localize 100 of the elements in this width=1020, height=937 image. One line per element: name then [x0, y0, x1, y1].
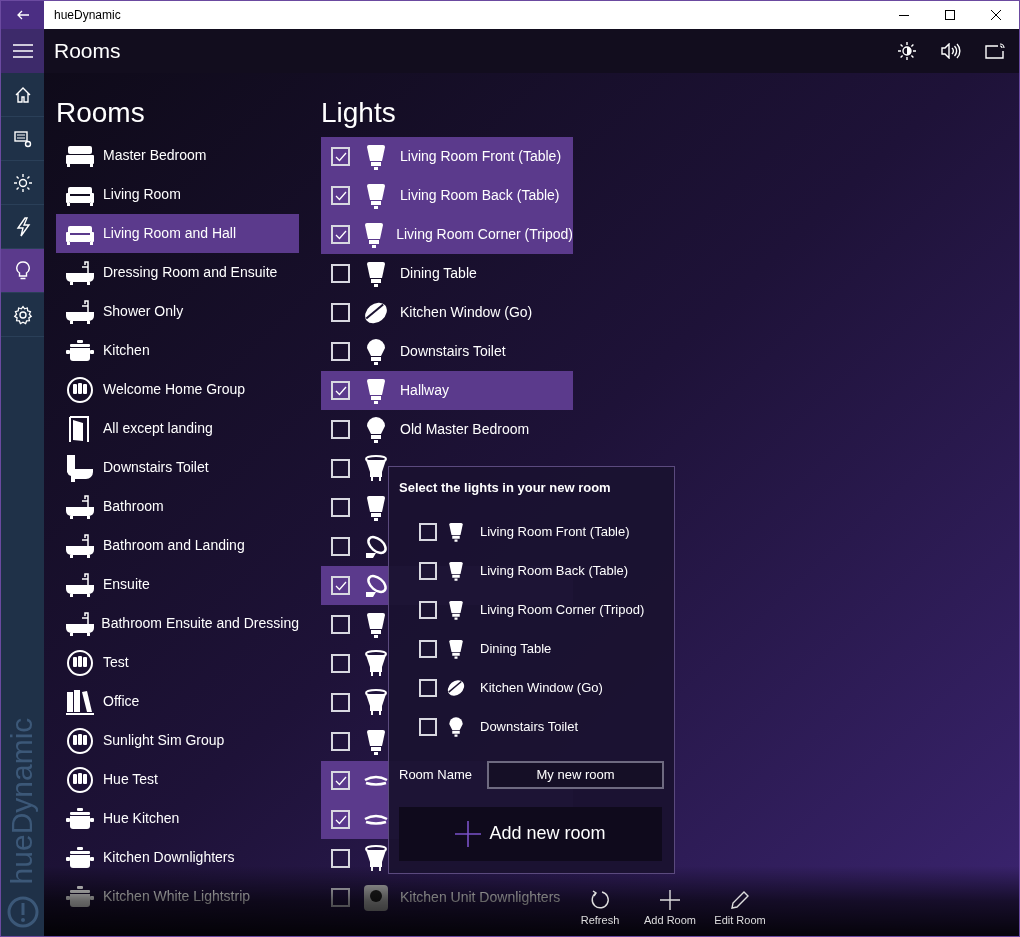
room-item[interactable]: Master Bedroom: [56, 136, 299, 175]
room-item[interactable]: Shower Only: [56, 292, 299, 331]
light-name: Dining Table: [400, 264, 477, 283]
light-name: Living Room Corner (Tripod): [480, 601, 645, 620]
room-name-field[interactable]: My new room: [487, 760, 664, 789]
room-item[interactable]: Living Room: [56, 175, 299, 214]
bathtub-icon: [65, 297, 95, 326]
light-name: Downstairs Toilet: [400, 342, 506, 361]
dialog-title: Select the lights in your new room: [399, 479, 612, 497]
room-item[interactable]: Office: [56, 682, 299, 721]
settings-icon: [12, 304, 33, 325]
checkbox[interactable]: [331, 732, 350, 751]
bulb-icon: [364, 181, 388, 210]
room-item[interactable]: Dressing Room and Ensuite: [56, 253, 299, 292]
home-icon: [13, 85, 32, 104]
light-name: Old Master Bedroom: [400, 420, 530, 439]
menu-icon: [12, 44, 33, 58]
checkbox[interactable]: [331, 849, 350, 868]
room-item[interactable]: Downstairs Toilet: [56, 448, 299, 487]
close-icon: [991, 10, 1001, 20]
checkbox[interactable]: [331, 225, 350, 244]
room-item[interactable]: Test: [56, 643, 299, 682]
bulb-icon: [364, 610, 388, 639]
books-icon: [65, 687, 95, 716]
bulb-icon: [364, 337, 388, 366]
light-group-icon: [65, 726, 95, 755]
bulb-icon: [364, 493, 388, 522]
checkbox[interactable]: [331, 654, 350, 673]
checkbox[interactable]: [419, 601, 437, 619]
maximize-icon: [945, 10, 955, 20]
light-group-icon: [65, 648, 95, 677]
checkbox[interactable]: [331, 381, 350, 400]
bulb-icon: [364, 376, 388, 405]
checkbox[interactable]: [419, 562, 437, 580]
portable-lamp-icon: [447, 677, 465, 699]
checkbox[interactable]: [331, 342, 350, 361]
room-item[interactable]: Hue Test: [56, 760, 299, 799]
brightness-button[interactable]: [895, 39, 919, 63]
room-item[interactable]: Living Room and Hall: [56, 214, 299, 253]
room-item[interactable]: Bathroom: [56, 487, 299, 526]
checkbox[interactable]: [331, 888, 350, 907]
room-item[interactable]: Kitchen White Lightstrip: [56, 877, 299, 916]
room-item[interactable]: Ensuite: [56, 565, 299, 604]
checkbox[interactable]: [419, 640, 437, 658]
page-title: Rooms: [54, 38, 121, 65]
checkbox[interactable]: [331, 303, 350, 322]
light-name: Kitchen Window (Go): [480, 679, 603, 698]
bathtub-icon: [65, 258, 95, 287]
checkbox[interactable]: [331, 693, 350, 712]
room-item[interactable]: Hue Kitchen: [56, 799, 299, 838]
bathtub-icon: [65, 570, 95, 599]
checkmark-icon: [334, 775, 347, 786]
speaker-icon: [941, 43, 961, 59]
light-name: Living Room Corner (Tripod): [396, 225, 573, 244]
checkbox[interactable]: [331, 420, 350, 439]
app-bar-button[interactable]: Edit Room: [712, 889, 768, 928]
room-item[interactable]: Welcome Home Group: [56, 370, 299, 409]
room-item[interactable]: Bathroom Ensuite and Dressing: [56, 604, 299, 643]
spotlight-icon: [364, 454, 388, 483]
checkbox[interactable]: [331, 186, 350, 205]
checkbox[interactable]: [331, 576, 350, 595]
bulb-icon: [447, 560, 465, 582]
app-bar-button[interactable]: Refresh: [572, 889, 628, 928]
checkbox[interactable]: [331, 498, 350, 517]
back-button[interactable]: [1, 1, 44, 29]
plus-icon: [455, 820, 482, 847]
checkbox[interactable]: [331, 771, 350, 790]
plus-icon: [660, 889, 680, 910]
bulb-icon: [364, 142, 388, 171]
light-name: Dining Table: [480, 640, 552, 659]
light-name: Downstairs Toilet: [480, 718, 579, 737]
checkbox[interactable]: [331, 537, 350, 556]
checkmark-icon: [334, 385, 347, 396]
checkbox[interactable]: [419, 523, 437, 541]
nav-item[interactable]: [1, 249, 44, 293]
menu-button[interactable]: [1, 29, 44, 73]
rooms-heading: Rooms: [56, 97, 146, 130]
room-item[interactable]: Bathroom and Landing: [56, 526, 299, 565]
checkbox[interactable]: [419, 718, 437, 736]
room-item[interactable]: Kitchen Downlighters: [56, 838, 299, 877]
room-item[interactable]: All except landing: [56, 409, 299, 448]
room-item[interactable]: Kitchen: [56, 331, 299, 370]
checkmark-icon: [334, 190, 347, 201]
light-name: Living Room Back (Table): [480, 562, 629, 581]
bulb-icon: [447, 599, 465, 621]
checkbox[interactable]: [331, 810, 350, 829]
add-new-room-button[interactable]: Add new room: [399, 806, 662, 861]
checkbox[interactable]: [419, 679, 437, 697]
checkbox[interactable]: [331, 264, 350, 283]
checkbox[interactable]: [331, 459, 350, 478]
back-arrow-icon: [16, 10, 29, 20]
checkbox[interactable]: [331, 147, 350, 166]
checkbox[interactable]: [331, 615, 350, 634]
light-name: Living Room Back (Table): [400, 186, 560, 205]
room-item[interactable]: Sunlight Sim Group: [56, 721, 299, 760]
pencil-icon: [730, 889, 750, 910]
app-bar-button[interactable]: Add Room: [642, 889, 698, 928]
bulb-icon: [447, 638, 465, 660]
light-name: Living Room Front (Table): [480, 523, 630, 542]
devices-icon: [13, 129, 32, 148]
